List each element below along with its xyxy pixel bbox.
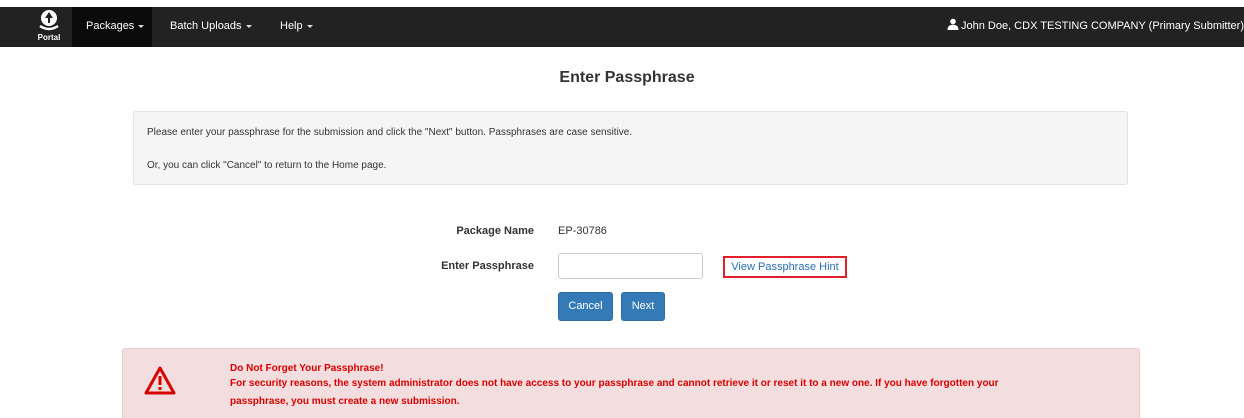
chevron-down-icon	[138, 24, 145, 28]
nav-batch-uploads-menu[interactable]: Batch Uploads	[158, 7, 266, 47]
next-button[interactable]: Next	[621, 292, 665, 321]
page-title: Enter Passphrase	[559, 69, 695, 86]
logo-label: Portal	[37, 33, 61, 42]
user-label: John Doe, CDX TESTING COMPANY (Primary S…	[960, 20, 1244, 32]
view-passphrase-hint-link[interactable]: View Passphrase Hint	[723, 256, 847, 278]
alert-line-1: For security reasons, the system adminis…	[230, 378, 999, 389]
nav-packages-label: Packages	[86, 20, 135, 32]
chevron-down-icon	[306, 24, 313, 28]
cancel-button[interactable]: Cancel	[558, 292, 613, 321]
chevron-down-icon	[245, 24, 252, 28]
top-navbar: Portal Packages Batch Uploads Help John …	[0, 7, 1244, 47]
passphrase-label: Enter Passphrase	[441, 260, 534, 272]
instructions-line-2: Or, you can click "Cancel" to return to …	[147, 160, 387, 171]
portal-logo[interactable]: Portal	[34, 7, 64, 47]
user-menu[interactable]: John Doe, CDX TESTING COMPANY (Primary S…	[947, 7, 1244, 47]
instructions-panel: Please enter your passphrase for the sub…	[133, 111, 1128, 185]
package-name-label: Package Name	[456, 225, 534, 237]
package-name-value: EP-30786	[558, 225, 607, 237]
nav-packages-menu[interactable]: Packages	[72, 7, 152, 47]
warning-icon	[144, 366, 176, 395]
nav-help-label: Help	[280, 20, 303, 32]
user-icon	[947, 18, 959, 30]
passphrase-input[interactable]	[558, 253, 703, 279]
nav-batch-uploads-label: Batch Uploads	[170, 20, 242, 32]
alert-line-2: passphrase, you must create a new submis…	[230, 396, 460, 407]
nav-help-menu[interactable]: Help	[268, 7, 328, 47]
portal-logo-icon	[39, 10, 59, 31]
instructions-line-1: Please enter your passphrase for the sub…	[147, 127, 633, 138]
passphrase-warning-alert: Do Not Forget Your Passphrase! For secur…	[122, 348, 1140, 418]
alert-heading: Do Not Forget Your Passphrase!	[230, 363, 384, 374]
